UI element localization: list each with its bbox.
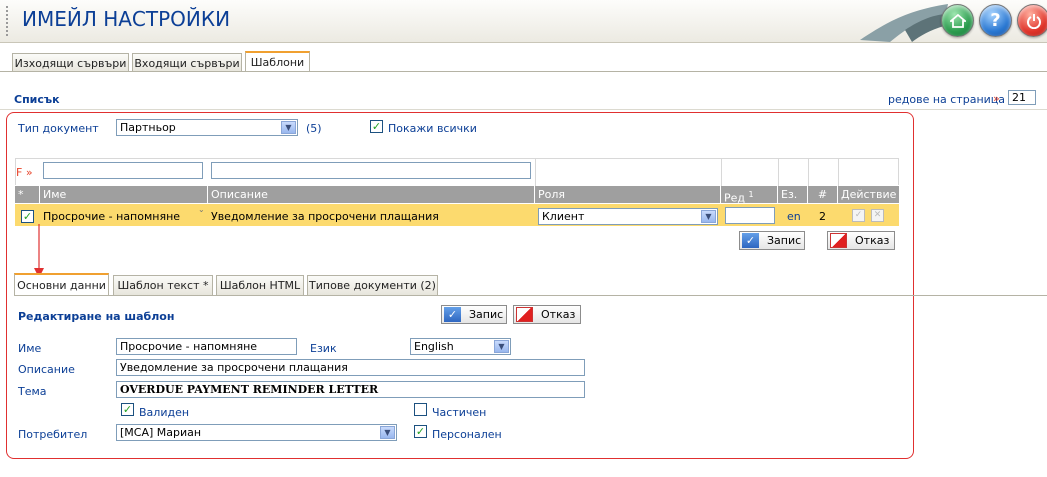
- show-all-checkbox[interactable]: ✓: [370, 120, 383, 133]
- chevron-down-icon: ▼: [701, 210, 716, 223]
- col-header-action: Действие: [838, 186, 899, 203]
- grid-col-divider: [778, 158, 779, 186]
- description-label: Описание: [18, 363, 75, 376]
- connector-arrow-icon: [34, 224, 44, 278]
- chevron-down-icon: ▼: [281, 121, 296, 134]
- cancel-icon: [830, 233, 847, 248]
- description-field[interactable]: Уведомление за просрочени плащания: [116, 359, 585, 376]
- valid-label: Валиден: [139, 406, 190, 419]
- list-title: Списък: [14, 93, 60, 106]
- rows-per-page-input[interactable]: 21: [1008, 90, 1036, 105]
- valid-checkbox[interactable]: ✓: [121, 403, 134, 416]
- col-header-description[interactable]: Описание: [208, 186, 535, 203]
- grid-col-divider: [838, 158, 839, 186]
- language-label: Език: [310, 342, 337, 355]
- grid-cancel-label: Отказ: [855, 234, 890, 247]
- power-icon: [1026, 13, 1041, 29]
- home-button[interactable]: [941, 4, 974, 37]
- edit-title: Редактиране на шаблон: [18, 310, 175, 323]
- col-header-role[interactable]: Роля: [535, 186, 721, 203]
- user-label: Потребител: [18, 428, 88, 441]
- tab-template-html[interactable]: Шаблон HTML: [216, 275, 304, 295]
- home-icon: [949, 13, 966, 28]
- show-all-label: Покажи всички: [388, 122, 477, 135]
- partial-checkbox[interactable]: [414, 403, 427, 416]
- user-value: [MCA] Мариан: [120, 426, 202, 439]
- grid-col-divider: [535, 158, 536, 186]
- grid-col-divider: [721, 158, 722, 186]
- edit-cancel-label: Отказ: [541, 308, 576, 321]
- help-icon: ?: [990, 10, 1001, 31]
- tab-outgoing-servers[interactable]: Изходящи сървъри: [12, 53, 129, 72]
- tab-basic-data[interactable]: Основни данни: [14, 273, 109, 295]
- col-header-order[interactable]: Ред 1: [721, 186, 778, 205]
- grid-save-button[interactable]: ✓ Запис: [739, 231, 805, 250]
- filter-description-input[interactable]: [211, 162, 531, 179]
- page-title: ИМЕЙЛ НАСТРОЙКИ: [22, 7, 231, 31]
- confirm-icon[interactable]: ✓: [852, 209, 865, 222]
- cancel-icon: [516, 307, 533, 322]
- chevron-down-icon: ▼: [380, 426, 395, 439]
- col-header-order-sort: 1: [748, 190, 754, 199]
- col-header-name[interactable]: Име: [40, 186, 208, 203]
- edit-save-button[interactable]: ✓ Запис: [441, 305, 507, 324]
- tab-document-types[interactable]: Типове документи (2): [307, 275, 438, 295]
- grid-col-divider: [808, 158, 809, 186]
- doc-type-value: Партньор: [120, 121, 176, 134]
- filter-name-input[interactable]: [43, 162, 203, 179]
- col-header-lang[interactable]: Ез.: [778, 186, 808, 203]
- logout-button[interactable]: [1017, 4, 1047, 37]
- row-select-checkbox[interactable]: ✓: [21, 210, 34, 223]
- delete-icon[interactable]: ✕: [871, 209, 884, 222]
- bird-logo-icon: [860, 4, 948, 42]
- doc-type-select[interactable]: Партньор ▼: [116, 119, 298, 136]
- chevron-down-icon: ▼: [494, 340, 509, 353]
- rows-per-page-label[interactable]: редове на страница: [888, 93, 1005, 106]
- name-label: Име: [18, 342, 42, 355]
- row-description: Уведомление за просрочени плащания: [211, 210, 439, 223]
- doc-type-label: Тип документ: [18, 122, 99, 135]
- row-role-select[interactable]: Клиент ▼: [538, 208, 718, 225]
- checkmark-icon: ✓: [444, 307, 461, 322]
- tab-template-text[interactable]: Шаблон текст *: [113, 275, 213, 295]
- grid-cancel-button[interactable]: Отказ: [827, 231, 895, 250]
- list-divider: [0, 109, 1047, 110]
- col-header-number[interactable]: #: [808, 186, 838, 203]
- row-order-input[interactable]: [725, 207, 775, 224]
- col-header-order-label: Ред: [724, 191, 746, 205]
- checkmark-icon: ✓: [742, 233, 759, 248]
- row-lang: en: [787, 210, 801, 223]
- filter-marker: F »: [16, 166, 33, 179]
- tab-templates[interactable]: Шаблони: [245, 51, 310, 72]
- row-name: Просрочие - напомняне: [43, 210, 181, 223]
- edit-save-label: Запис: [469, 308, 504, 321]
- partial-label: Частичен: [432, 406, 487, 419]
- subject-field[interactable]: OVERDUE PAYMENT REMINDER LETTER: [116, 381, 585, 398]
- tab-divider: [0, 71, 1047, 72]
- header-grip: [6, 6, 10, 36]
- name-field[interactable]: Просрочие - напомняне: [116, 338, 297, 355]
- row-number: 2: [819, 210, 826, 223]
- rows-per-page-arrow: »: [993, 92, 1000, 105]
- help-button[interactable]: ?: [979, 4, 1012, 37]
- personal-label: Персонален: [432, 428, 502, 441]
- grid-save-label: Запис: [767, 234, 802, 247]
- language-value: English: [414, 340, 454, 353]
- subject-label: Тема: [18, 385, 47, 398]
- tab-incoming-servers[interactable]: Входящи сървъри: [132, 53, 242, 72]
- doc-type-count: (5): [306, 122, 322, 135]
- col-header-marker: *: [15, 186, 40, 203]
- language-select[interactable]: English ▼: [410, 338, 511, 355]
- edit-cancel-button[interactable]: Отказ: [513, 305, 581, 324]
- subtab-divider: [14, 295, 1047, 296]
- row-role-value: Клиент: [542, 210, 585, 223]
- personal-checkbox[interactable]: ✓: [414, 425, 427, 438]
- user-select[interactable]: [MCA] Мариан ▼: [116, 424, 397, 441]
- chevron-down-icon: ⌄: [198, 205, 205, 214]
